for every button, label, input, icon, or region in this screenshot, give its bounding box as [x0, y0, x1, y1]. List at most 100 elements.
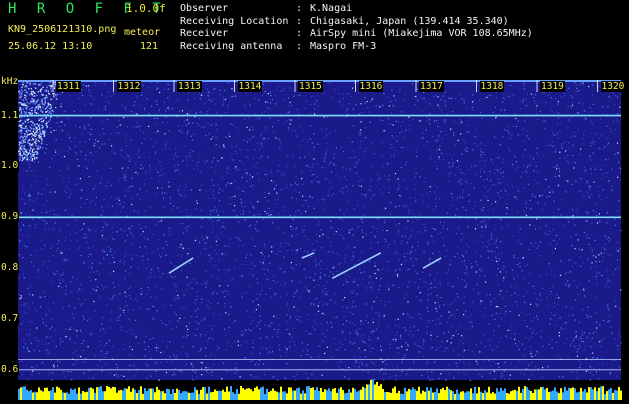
noise-pixel	[37, 106, 38, 107]
noise-pixel	[144, 210, 145, 211]
noise-pixel	[582, 143, 583, 144]
noise-pixel	[573, 345, 574, 346]
noise-pixel	[100, 297, 101, 298]
noise-pixel	[166, 117, 167, 118]
noise-pixel	[421, 111, 422, 112]
noise-pixel	[116, 214, 117, 215]
histogram-bar	[50, 390, 52, 400]
noise-pixel	[586, 212, 587, 213]
noise-pixel	[587, 182, 588, 183]
noise-pixel	[316, 234, 317, 235]
noise-pixel	[513, 95, 514, 96]
histogram-bar	[168, 389, 170, 400]
noise-pixel	[608, 321, 609, 322]
noise-pixel	[91, 104, 92, 105]
noise-pixel	[19, 131, 20, 132]
noise-pixel	[609, 255, 610, 256]
noise-pixel	[55, 329, 56, 330]
noise-pixel	[44, 101, 45, 102]
noise-pixel	[558, 118, 559, 119]
noise-pixel	[576, 91, 577, 92]
noise-pixel	[213, 185, 214, 186]
noise-pixel	[90, 272, 91, 273]
noise-pixel	[18, 329, 19, 330]
noise-pixel	[174, 283, 175, 284]
histogram-bar	[192, 393, 194, 400]
histogram-bar	[382, 389, 384, 400]
noise-pixel	[271, 297, 272, 298]
noise-pixel	[328, 237, 329, 238]
noise-pixel	[472, 326, 473, 327]
noise-pixel	[393, 240, 394, 241]
histogram-bar	[428, 391, 430, 400]
histogram-bar	[268, 392, 270, 400]
noise-pixel	[103, 227, 104, 228]
noise-pixel	[408, 238, 409, 239]
noise-pixel	[44, 132, 45, 133]
noise-pixel	[144, 110, 145, 111]
noise-pixel	[551, 111, 552, 112]
noise-pixel	[19, 137, 20, 138]
noise-pixel	[608, 96, 609, 97]
noise-pixel	[506, 213, 507, 214]
noise-pixel	[31, 124, 32, 125]
noise-pixel	[426, 192, 427, 193]
noise-pixel	[94, 239, 95, 240]
noise-pixel	[144, 108, 145, 109]
noise-pixel	[527, 264, 528, 265]
histogram-bar	[84, 392, 86, 400]
noise-pixel	[358, 92, 359, 93]
noise-pixel	[51, 327, 52, 328]
noise-pixel	[352, 323, 353, 324]
noise-pixel	[461, 98, 462, 99]
noise-pixel	[437, 105, 438, 106]
noise-pixel	[429, 113, 430, 114]
noise-pixel	[80, 305, 81, 306]
noise-pixel	[60, 276, 61, 277]
noise-pixel	[218, 259, 219, 260]
noise-pixel	[529, 138, 530, 139]
noise-pixel	[41, 219, 42, 220]
noise-pixel	[345, 262, 346, 263]
noise-pixel	[235, 145, 236, 146]
noise-pixel	[257, 201, 258, 202]
noise-pixel	[23, 224, 24, 225]
noise-pixel	[129, 273, 130, 274]
noise-pixel	[488, 200, 489, 201]
noise-pixel	[356, 360, 357, 361]
noise-pixel	[446, 380, 447, 381]
noise-pixel	[247, 172, 248, 173]
noise-pixel	[83, 84, 84, 85]
noise-pixel	[399, 259, 400, 260]
noise-pixel	[452, 286, 453, 287]
noise-pixel	[305, 287, 306, 288]
noise-pixel	[29, 150, 30, 151]
meta-row-receiver: Receiver:AirSpy mini (Miakejima VOR 108.…	[180, 28, 533, 41]
noise-pixel	[319, 236, 320, 237]
noise-pixel	[162, 341, 163, 342]
noise-pixel	[391, 144, 392, 145]
noise-pixel	[107, 255, 108, 256]
noise-pixel	[36, 250, 37, 251]
noise-pixel	[372, 166, 373, 167]
noise-pixel	[457, 296, 458, 297]
noise-pixel	[429, 119, 430, 120]
noise-pixel	[503, 277, 504, 278]
noise-pixel	[348, 114, 349, 115]
spectrogram	[0, 80, 629, 400]
histogram-bar	[302, 390, 304, 400]
noise-pixel	[569, 148, 570, 149]
noise-pixel	[212, 293, 213, 294]
noise-pixel	[370, 287, 371, 288]
noise-pixel	[315, 273, 316, 274]
noise-pixel	[526, 291, 527, 292]
noise-pixel	[345, 365, 346, 366]
noise-pixel	[456, 366, 457, 367]
noise-pixel	[458, 372, 459, 373]
noise-pixel	[387, 97, 388, 98]
noise-pixel	[520, 176, 521, 177]
noise-pixel	[368, 372, 369, 373]
noise-pixel	[601, 357, 602, 358]
noise-pixel	[177, 255, 178, 256]
noise-pixel	[203, 161, 204, 162]
